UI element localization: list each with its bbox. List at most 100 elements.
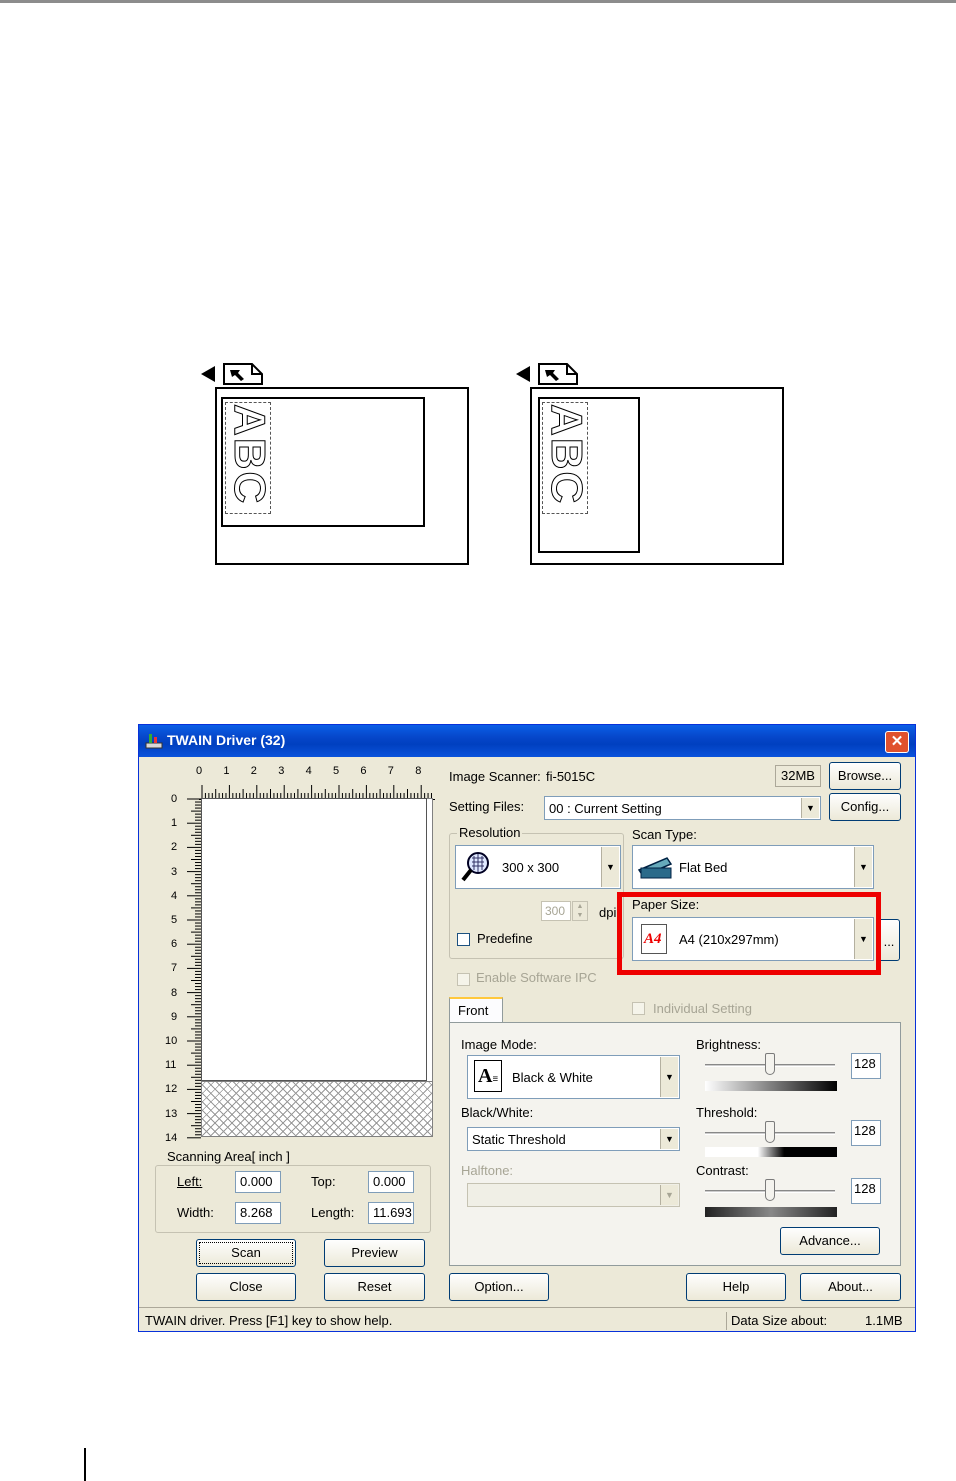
chevron-down-icon: ▼ <box>801 798 819 818</box>
page-margin-mark <box>84 1448 86 1481</box>
magnifier-icon <box>461 852 489 882</box>
chevron-down-icon: ▼ <box>660 1057 678 1097</box>
page-top-rule <box>0 0 956 3</box>
threshold-slider[interactable] <box>705 1121 835 1147</box>
data-size-label: Data Size about: <box>731 1313 828 1328</box>
flatbed-scanner-icon <box>637 857 673 879</box>
paper-size-more-button[interactable]: ... <box>878 919 900 961</box>
config-button[interactable]: Config... <box>829 793 901 821</box>
predefine-checkbox[interactable] <box>457 933 470 946</box>
contrast-label: Contrast: <box>696 1163 749 1178</box>
ruler-tick-label: 0 <box>196 765 203 777</box>
enable-software-ipc-label: Enable Software IPC <box>476 970 597 985</box>
image-mode-label: Image Mode: <box>461 1037 537 1052</box>
preview-page <box>201 798 427 1081</box>
ruler-tick-label: 10 <box>165 1035 178 1047</box>
ruler-tick-label: 9 <box>171 1010 178 1023</box>
document-icon <box>223 363 263 385</box>
scanner-app-icon <box>145 734 163 749</box>
chevron-down-icon: ▼ <box>660 1129 678 1149</box>
resolution-spinner[interactable]: ▲ ▼ <box>572 901 588 921</box>
abc-rotated-text: ABC <box>542 404 592 506</box>
orientation-figure-left: ABC <box>200 362 470 566</box>
scan-type-dropdown[interactable]: Flat Bed ▼ <box>632 845 874 889</box>
ruler-tick-label: 3 <box>278 765 285 777</box>
window-title: TWAIN Driver (32) <box>167 732 286 748</box>
brightness-slider[interactable] <box>705 1053 835 1079</box>
status-message: TWAIN driver. Press [F1] key to show hel… <box>145 1313 393 1328</box>
ruler-tick-label: 11 <box>165 1059 177 1072</box>
image-mode-dropdown[interactable]: A≡ Black & White ▼ <box>467 1055 680 1099</box>
brightness-label: Brightness: <box>696 1037 762 1052</box>
status-bar: TWAIN driver. Press [F1] key to show hel… <box>139 1307 915 1331</box>
width-label: Width: <box>177 1205 214 1220</box>
chevron-down-icon: ▼ <box>660 1185 678 1205</box>
black-white-dropdown[interactable]: Static Threshold ▼ <box>467 1127 680 1151</box>
ruler-tick-label: 2 <box>250 765 257 777</box>
ruler-tick-label: 0 <box>171 793 178 805</box>
black-white-mode-icon: A≡ <box>474 1060 502 1092</box>
image-scanner-label: Image Scanner: <box>449 769 541 784</box>
feed-direction-arrow-icon <box>201 366 215 382</box>
setting-files-dropdown[interactable]: 00 : Current Setting ▼ <box>544 796 821 820</box>
halftone-dropdown[interactable]: ▼ <box>467 1183 680 1207</box>
threshold-slider-thumb[interactable] <box>765 1121 775 1143</box>
brightness-slider-thumb[interactable] <box>765 1053 775 1075</box>
title-bar[interactable]: TWAIN Driver (32) ✕ <box>139 725 915 757</box>
enable-software-ipc-checkbox[interactable] <box>457 973 470 986</box>
image-mode-value: Black & White <box>512 1070 593 1085</box>
ruler-tick-label: 6 <box>360 765 367 777</box>
black-white-label: Black/White: <box>461 1105 534 1120</box>
scan-type-value: Flat Bed <box>679 860 728 875</box>
vertical-ruler: 0 1 2 3 4 5 6 7 8 9 10 11 12 13 14 <box>165 793 203 1157</box>
ruler-tick-label: 5 <box>333 765 340 777</box>
paper-size-highlight <box>617 892 881 975</box>
resolution-dropdown[interactable]: 300 x 300 ▼ <box>455 845 621 889</box>
ruler-tick-label: 14 <box>165 1131 178 1144</box>
chevron-down-icon: ▼ <box>854 847 872 887</box>
advance-button[interactable]: Advance... <box>780 1227 880 1255</box>
dpi-label: dpi <box>599 905 617 920</box>
ruler-tick-label: 12 <box>165 1083 178 1096</box>
close-button[interactable]: Close <box>196 1273 296 1301</box>
brightness-value[interactable]: 128 <box>851 1053 881 1079</box>
scan-type-label: Scan Type: <box>632 827 697 842</box>
ruler-tick-label: 1 <box>171 817 178 830</box>
threshold-gradient <box>705 1147 837 1157</box>
document-icon <box>538 363 578 385</box>
resolution-value: 300 x 300 <box>502 860 560 875</box>
setting-files-label: Setting Files: <box>449 799 525 814</box>
top-input[interactable]: 0.000 <box>368 1171 414 1193</box>
width-input[interactable]: 8.268 <box>235 1202 281 1224</box>
abc-rotated-text: ABC <box>225 404 275 506</box>
option-button[interactable]: Option... <box>449 1273 549 1301</box>
ruler-tick-label: 4 <box>305 765 312 777</box>
ruler-tick-label: 6 <box>171 938 178 951</box>
left-input[interactable]: 0.000 <box>235 1171 281 1193</box>
resolution-label: Resolution <box>457 825 523 840</box>
status-divider <box>726 1312 727 1330</box>
close-window-button[interactable]: ✕ <box>885 731 909 753</box>
threshold-value[interactable]: 128 <box>851 1120 881 1146</box>
about-button[interactable]: About... <box>800 1273 901 1301</box>
help-button[interactable]: Help <box>686 1273 786 1301</box>
reset-button[interactable]: Reset <box>324 1273 425 1301</box>
contrast-slider[interactable] <box>705 1179 835 1205</box>
individual-setting-checkbox[interactable] <box>632 1002 645 1015</box>
contrast-value[interactable]: 128 <box>851 1178 881 1204</box>
ruler-tick-label: 8 <box>171 986 178 999</box>
contrast-slider-thumb[interactable] <box>765 1179 775 1201</box>
ruler-tick-label: 4 <box>171 889 178 902</box>
predefine-label: Predefine <box>477 931 533 946</box>
scan-button[interactable]: Scan <box>196 1239 296 1267</box>
length-input[interactable]: 11.693 <box>368 1202 414 1224</box>
scanning-area-label: Scanning Area[ inch ] <box>165 1149 292 1164</box>
ruler-tick-label: 7 <box>171 962 178 975</box>
preview-button[interactable]: Preview <box>324 1239 425 1267</box>
ruler-tick-label: 8 <box>415 765 422 777</box>
browse-button[interactable]: Browse... <box>829 762 901 790</box>
threshold-label: Threshold: <box>696 1105 758 1120</box>
tab-front[interactable]: Front <box>449 997 503 1023</box>
custom-resolution-input[interactable]: 300 <box>541 901 571 921</box>
individual-setting-label: Individual Setting <box>653 1001 753 1016</box>
